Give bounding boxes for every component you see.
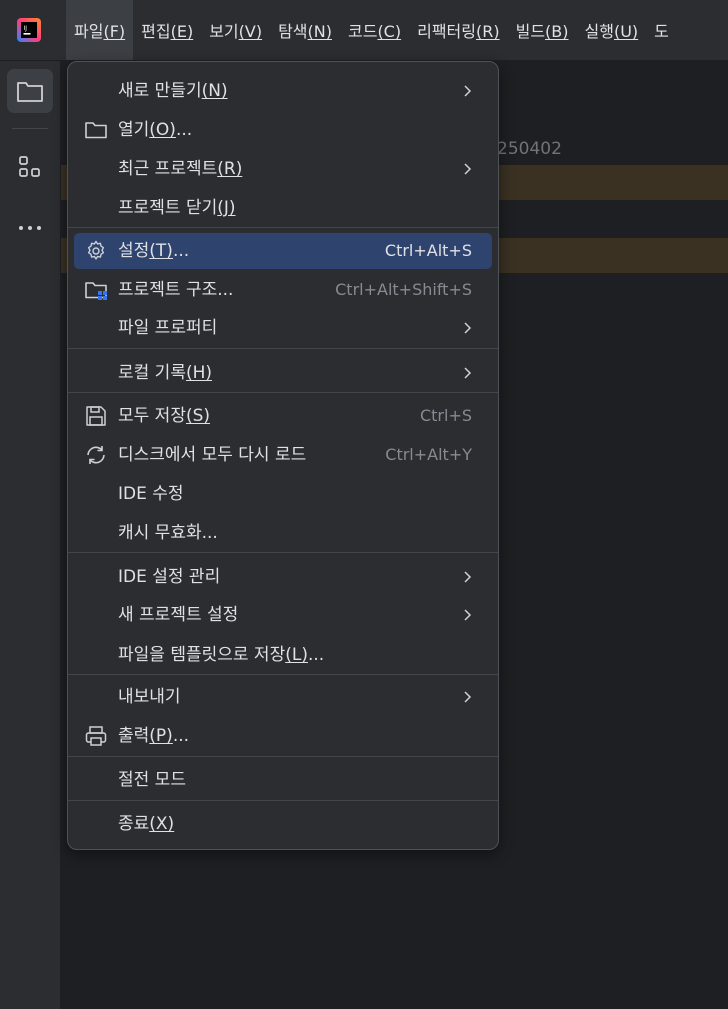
editor-partial-text: 250402 [497,139,562,159]
tool-window-strip [0,61,61,1009]
menu-item-local-history[interactable]: 로컬 기록(H) [74,355,492,391]
project-tool-button[interactable] [7,69,53,113]
shortcut-label: Ctrl+Alt+S [384,241,472,260]
menu-separator [68,756,498,757]
menu-item-save-as-template[interactable]: 파일을 템플릿으로 저장(L)... [74,637,492,673]
print-icon [85,726,107,746]
menu-item-recent-projects[interactable]: 최근 프로젝트(R) [74,151,492,187]
project-structure-icon [85,282,107,300]
menu-item-save-all[interactable]: 모두 저장(S) Ctrl+S [74,398,492,434]
menu-separator [68,227,498,228]
chevron-right-icon [464,609,472,621]
intellij-logo-icon[interactable]: IJ [17,18,41,42]
menu-refactor[interactable]: 리팩터링(R) [409,0,508,60]
menu-tools-partial[interactable]: 도 [646,0,677,60]
menu-item-close-project[interactable]: 프로젝트 닫기(J) [74,190,492,226]
folder-icon [17,82,43,102]
menu-item-export[interactable]: 내보내기 [74,679,492,715]
save-icon [86,406,106,426]
menu-item-power-save-mode[interactable]: 절전 모드 [74,762,492,798]
strip-divider [12,128,48,129]
chevron-right-icon [464,571,472,583]
main-menu-bar: 파일(F) 편집(E) 보기(V) 탐색(N) 코드(C) 리팩터링(R) 빌드… [66,0,677,60]
menu-item-new-project-setup[interactable]: 새 프로젝트 설정 [74,597,492,633]
menu-item-exit[interactable]: 종료(X) [74,806,492,842]
menu-item-repair-ide[interactable]: IDE 수정 [74,476,492,512]
menu-item-new[interactable]: 새로 만들기(N) [74,73,492,109]
menu-run[interactable]: 실행(U) [577,0,647,60]
structure-tool-button[interactable] [7,145,53,189]
svg-text:IJ: IJ [24,25,28,32]
menu-item-reload-all-from-disk[interactable]: 디스크에서 모두 다시 로드 Ctrl+Alt+Y [74,437,492,473]
menu-item-manage-ide-settings[interactable]: IDE 설정 관리 [74,559,492,595]
reload-icon [87,446,105,464]
menu-item-project-structure[interactable]: 프로젝트 구조... Ctrl+Alt+Shift+S [74,272,492,308]
menu-file[interactable]: 파일(F) [66,0,134,60]
structure-icon [19,156,40,177]
menu-item-open[interactable]: 열기(O)... [74,112,492,148]
shortcut-label: Ctrl+S [419,406,472,425]
shortcut-label: Ctrl+Alt+Shift+S [335,280,472,299]
more-tools-button[interactable] [7,206,53,250]
menu-item-print[interactable]: 출력(P)... [74,718,492,754]
menu-view[interactable]: 보기(V) [201,0,270,60]
menu-separator [68,348,498,349]
menu-code[interactable]: 코드(C) [340,0,409,60]
menu-item-settings[interactable]: 설정(T)... Ctrl+Alt+S [74,233,492,269]
title-bar: IJ 파일(F) 편집(E) 보기(V) 탐색(N) 코드(C) 리팩터링(R)… [0,0,728,61]
more-horizontal-icon [19,226,41,230]
menu-item-file-properties[interactable]: 파일 프로퍼티 [74,310,492,346]
chevron-right-icon [464,85,472,97]
chevron-right-icon [464,367,472,379]
menu-separator [68,552,498,553]
chevron-right-icon [464,322,472,334]
menu-edit[interactable]: 편집(E) [133,0,201,60]
chevron-right-icon [464,691,472,703]
menu-separator [68,392,498,393]
menu-navigate[interactable]: 탐색(N) [270,0,340,60]
chevron-right-icon [464,163,472,175]
gear-icon [87,240,105,260]
menu-build[interactable]: 빌드(B) [508,0,577,60]
menu-separator [68,674,498,675]
menu-item-invalidate-caches[interactable]: 캐시 무효화... [74,515,492,551]
file-menu-dropdown: 새로 만들기(N) 열기(O)... 최근 프로젝트(R) 프로젝트 닫기(J)… [67,61,499,850]
menu-separator [68,800,498,801]
shortcut-label: Ctrl+Alt+Y [385,445,472,464]
folder-icon [85,122,107,139]
